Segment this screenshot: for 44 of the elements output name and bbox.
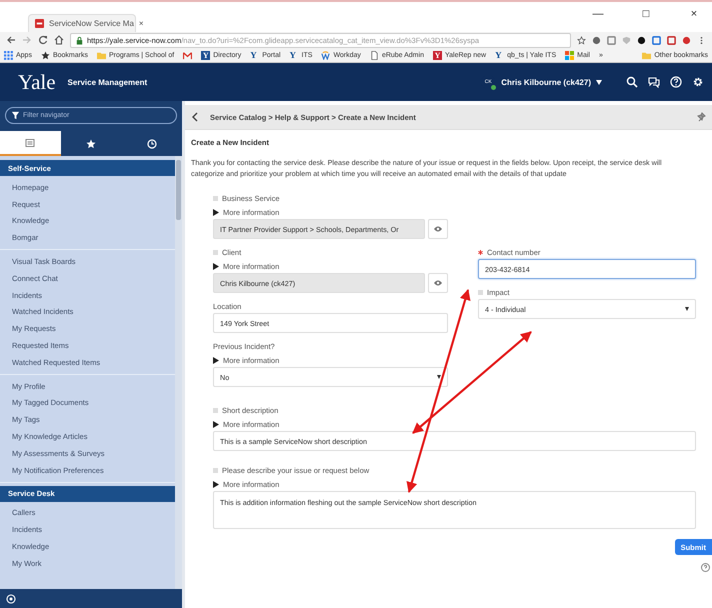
caret-icon [685, 307, 689, 311]
back-icon[interactable] [191, 112, 200, 122]
logo[interactable]: Yale [18, 70, 56, 94]
caret-icon [437, 375, 441, 379]
lock-icon [75, 36, 84, 44]
pin-icon[interactable] [697, 112, 706, 122]
workday-icon [321, 50, 330, 60]
preview-button[interactable] [428, 219, 448, 239]
scrollbar[interactable] [175, 156, 182, 589]
folder-icon [642, 50, 652, 60]
maximize-button[interactable]: □ [634, 8, 658, 20]
expand-icon[interactable] [213, 480, 219, 488]
chat-icon[interactable] [648, 76, 660, 88]
star-icon[interactable] [577, 36, 586, 44]
folder-icon [96, 50, 106, 60]
eye-icon [434, 280, 442, 286]
list-icon [25, 138, 36, 148]
servicenow-icon [35, 19, 44, 28]
close-icon[interactable]: × [138, 19, 144, 28]
apps-icon [4, 50, 13, 60]
expand-icon[interactable] [213, 420, 219, 428]
clock-icon [146, 138, 157, 148]
close-button[interactable]: × [682, 8, 706, 20]
expand-icon[interactable] [213, 356, 219, 364]
star-icon [86, 138, 96, 148]
target-icon[interactable] [6, 594, 16, 604]
tab-title: ServiceNow Service Ma [49, 19, 134, 28]
page-icon [370, 50, 379, 60]
expand-icon[interactable] [213, 208, 219, 216]
product-name: Service Management [68, 78, 148, 86]
caret-icon[interactable] [596, 80, 602, 84]
back-icon[interactable] [6, 35, 16, 45]
home-icon[interactable] [54, 35, 64, 45]
search-icon[interactable] [626, 76, 638, 88]
reload-icon[interactable] [38, 35, 48, 45]
eye-icon [434, 226, 442, 232]
expand-icon[interactable] [213, 262, 219, 270]
preview-button[interactable] [428, 273, 448, 293]
star-icon [40, 50, 50, 60]
user-name[interactable]: Chris Kilbourne (ck427) [501, 78, 591, 86]
minimize-button[interactable]: — [586, 8, 610, 20]
filter-icon [11, 111, 20, 120]
settings-icon[interactable] [692, 76, 704, 88]
tiles-icon [565, 50, 574, 60]
